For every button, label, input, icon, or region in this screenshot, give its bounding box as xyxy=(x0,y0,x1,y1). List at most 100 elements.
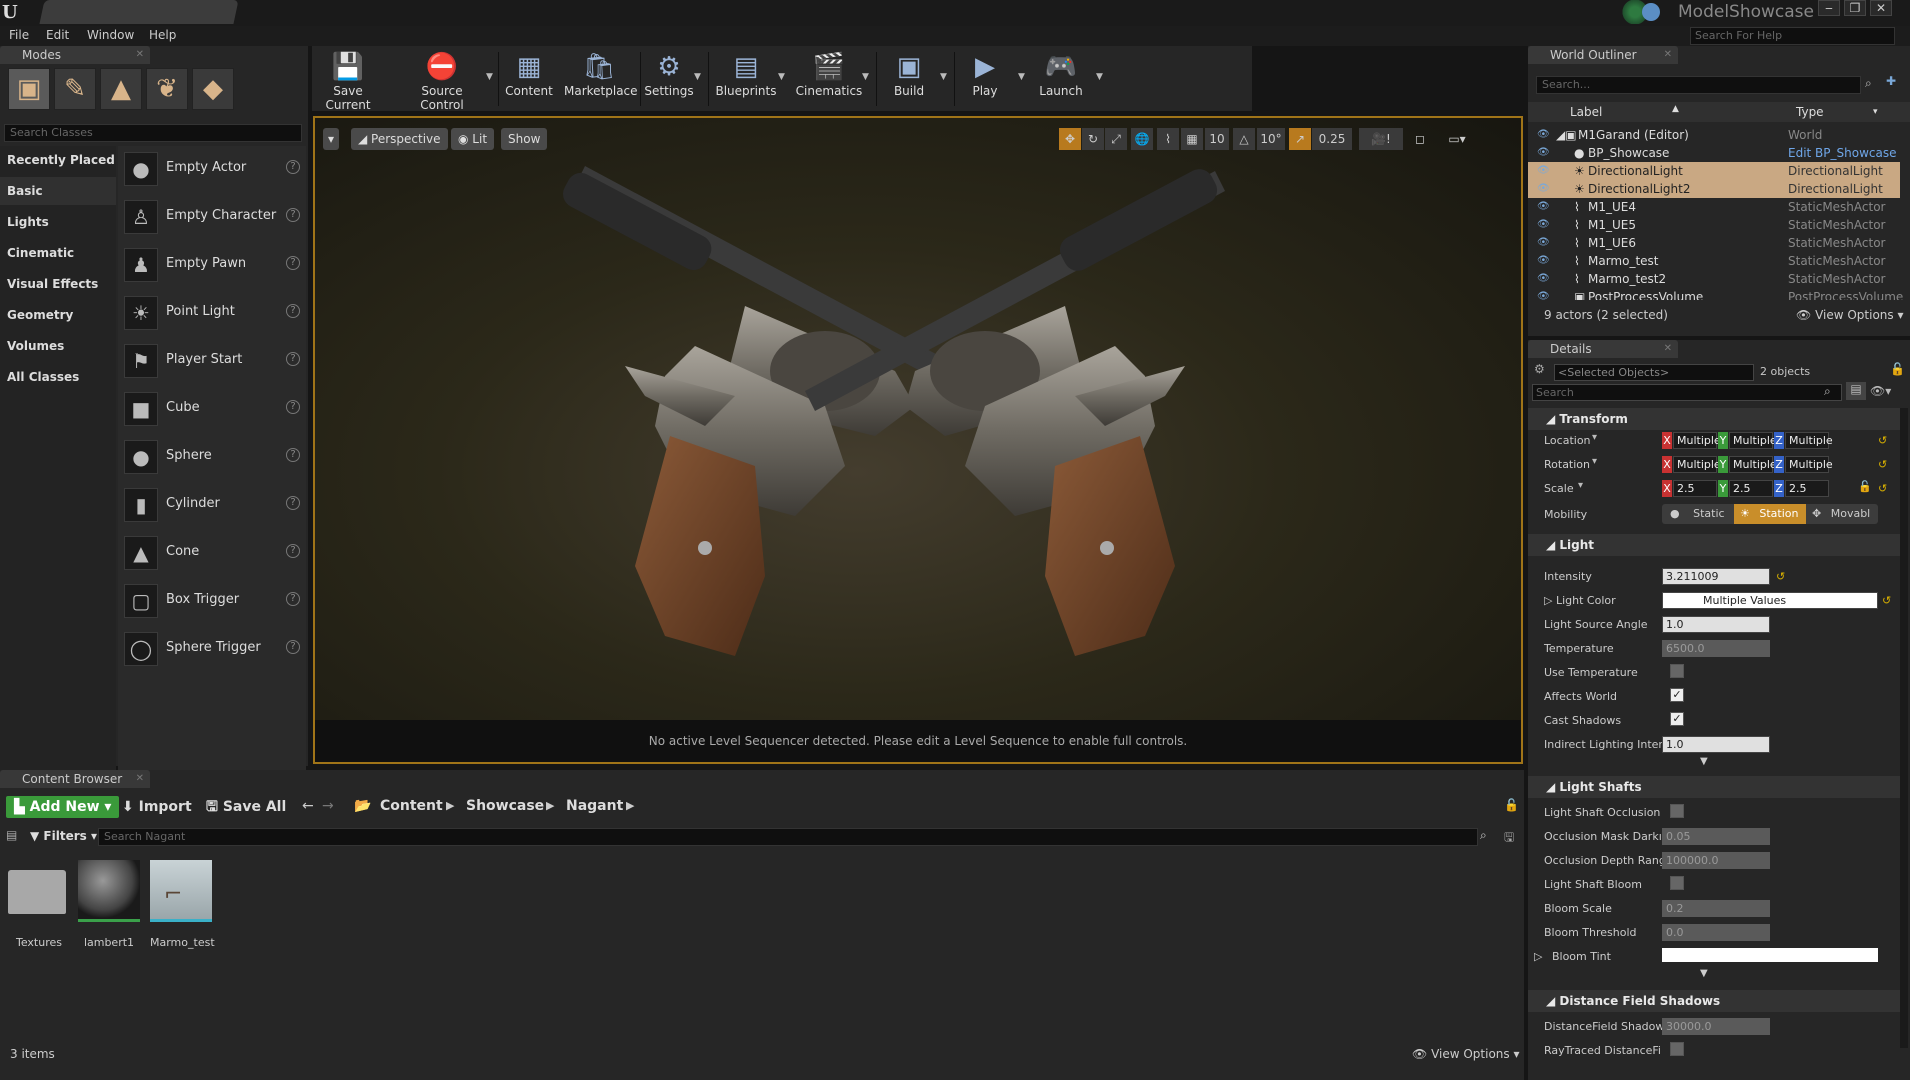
help-search-input[interactable]: Search For Help xyxy=(1690,27,1895,45)
outliner-row[interactable]: 👁 ⌇ Marmo_test2 StaticMeshActor xyxy=(1528,270,1900,288)
selected-objects-field[interactable]: <Selected Objects> xyxy=(1554,364,1754,381)
sources-panel-icon[interactable]: ▤ xyxy=(6,828,17,842)
mobility-static-button[interactable]: ● Static xyxy=(1662,504,1734,524)
affects-world-checkbox[interactable]: ✓ xyxy=(1670,688,1684,702)
close-icon[interactable]: ✕ xyxy=(1664,340,1672,358)
marketplace-button[interactable]: 🛍 Marketplace xyxy=(564,50,638,98)
expand-advanced-icon[interactable]: ▼ xyxy=(1700,756,1708,767)
reset-icon[interactable]: ↺ xyxy=(1882,594,1891,607)
lock-icon[interactable]: 🔓 xyxy=(1890,362,1905,376)
category-all-classes[interactable]: All Classes xyxy=(0,363,116,391)
outliner-row[interactable]: 👁 ◢▣ M1Garand (Editor) World xyxy=(1528,126,1900,144)
chevron-down-icon[interactable]: ▾ xyxy=(1578,480,1583,491)
help-icon[interactable]: ? xyxy=(286,400,300,414)
class-item-empty-character[interactable]: ♙ Empty Character? xyxy=(118,194,306,238)
maximize-button[interactable]: ❐ xyxy=(1844,0,1866,16)
close-window-button[interactable]: ✕ xyxy=(1870,0,1892,16)
outliner-row[interactable]: 👁 ⌇ M1_UE5 StaticMeshActor xyxy=(1528,216,1900,234)
chevron-down-icon[interactable]: ▼ xyxy=(862,72,869,82)
help-icon[interactable]: ? xyxy=(286,544,300,558)
class-item-box-trigger[interactable]: ▢ Box Trigger? xyxy=(118,578,306,622)
content-browser-tab[interactable]: Content Browser ✕ xyxy=(0,770,150,788)
outliner-row[interactable]: 👁 ● BP_Showcase Edit BP_Showcase xyxy=(1528,144,1900,162)
asset-marmo-test[interactable]: ⌐ Marmo_test xyxy=(150,860,215,949)
unreal-logo-icon[interactable]: U xyxy=(2,2,24,24)
property-matrix-icon[interactable]: ▤ xyxy=(1846,382,1866,400)
filters-button[interactable]: ▼ Filters ▾ xyxy=(30,829,97,843)
eye-icon[interactable]: 👁 xyxy=(1537,234,1550,252)
edit-blueprint-link[interactable]: Edit BP_Showcase xyxy=(1788,144,1897,162)
save-search-icon[interactable]: 🖫 xyxy=(1504,828,1514,849)
reset-icon[interactable]: ↺ xyxy=(1776,570,1785,583)
viewport-layout-icon[interactable]: ▭▾ xyxy=(1435,128,1479,150)
search-classes-input[interactable]: Search Classes xyxy=(4,124,302,142)
save-all-button[interactable]: 🖫 Save All xyxy=(206,796,286,818)
back-arrow-icon[interactable]: ← xyxy=(302,798,314,814)
settings-button[interactable]: ⚙ Settings xyxy=(644,50,694,98)
content-view-options-button[interactable]: 👁 View Options ▾ xyxy=(1412,1040,1520,1068)
reset-icon[interactable]: ↺ xyxy=(1878,458,1887,471)
asset-lambert1[interactable]: lambert1 xyxy=(78,860,140,949)
help-icon[interactable]: ? xyxy=(286,352,300,366)
chevron-right-icon[interactable]: ▶ xyxy=(446,799,454,812)
chevron-down-icon[interactable]: ▾ xyxy=(1873,107,1878,117)
lock-icon[interactable]: 🔓 xyxy=(1858,480,1872,493)
column-label-header[interactable]: Label xyxy=(1570,105,1602,119)
foliage-mode-icon[interactable]: ❦ xyxy=(146,68,188,110)
eye-icon[interactable]: 👁 xyxy=(1537,288,1550,300)
asset-textures-folder[interactable]: Textures xyxy=(8,860,70,949)
eye-icon[interactable]: 👁 xyxy=(1537,216,1550,234)
eye-icon[interactable]: 👁 xyxy=(1537,162,1550,180)
help-icon[interactable]: ? xyxy=(286,256,300,270)
outliner-row[interactable]: 👁 ☀ DirectionalLight2 DirectionalLight xyxy=(1528,180,1900,198)
breadcrumb-nagant[interactable]: Nagant xyxy=(566,798,623,814)
raytraced-distance-checkbox[interactable] xyxy=(1670,1042,1684,1056)
chevron-down-icon[interactable]: ▼ xyxy=(1018,72,1025,82)
outliner-row[interactable]: 👁 ⌇ M1_UE4 StaticMeshActor xyxy=(1528,198,1900,216)
paint-mode-icon[interactable]: ✎ xyxy=(54,68,96,110)
temperature-field[interactable]: 6500.0 xyxy=(1662,640,1770,657)
column-type-header[interactable]: Type xyxy=(1796,105,1824,119)
reset-icon[interactable]: ↺ xyxy=(1878,482,1887,495)
rotation-x-field[interactable]: Multiple xyxy=(1673,456,1721,473)
notification-icon[interactable] xyxy=(1642,3,1660,21)
eye-icon[interactable]: 👁 xyxy=(1537,144,1550,162)
light-source-angle-field[interactable]: 1.0 xyxy=(1662,616,1770,633)
level-tab[interactable] xyxy=(39,0,239,24)
minimize-button[interactable]: ‒ xyxy=(1818,0,1840,16)
location-label[interactable]: Location xyxy=(1544,434,1591,447)
distance-field-shadows-section[interactable]: ◢ Distance Field Shadows xyxy=(1528,990,1900,1012)
menu-window[interactable]: Window xyxy=(87,28,134,42)
close-icon[interactable]: ✕ xyxy=(136,770,144,788)
chevron-down-icon[interactable]: ▼ xyxy=(486,72,493,82)
class-item-sphere[interactable]: ● Sphere? xyxy=(118,434,306,478)
close-icon[interactable]: ✕ xyxy=(1664,46,1672,64)
add-new-button[interactable]: ▙ Add New ▾ xyxy=(6,796,120,818)
rotation-z-field[interactable]: Multiple xyxy=(1785,456,1833,473)
folder-path-icon[interactable]: 📂 xyxy=(354,798,371,814)
location-z-field[interactable]: Multiple xyxy=(1785,432,1833,449)
category-lights[interactable]: Lights xyxy=(0,208,116,236)
view-options-button[interactable]: 👁 View Options ▾ xyxy=(1796,302,1904,328)
use-temperature-checkbox[interactable] xyxy=(1670,664,1684,678)
scale-x-field[interactable]: 2.5 xyxy=(1673,480,1717,497)
help-icon[interactable]: ? xyxy=(286,208,300,222)
lock-icon[interactable]: 🔓 xyxy=(1504,798,1519,812)
class-item-cube[interactable]: ■ Cube? xyxy=(118,386,306,430)
details-tab[interactable]: Details ✕ xyxy=(1528,340,1678,358)
class-item-cylinder[interactable]: ▮ Cylinder? xyxy=(118,482,306,526)
reset-icon[interactable]: ↺ xyxy=(1878,434,1887,447)
revolver-models[interactable] xyxy=(495,136,1315,676)
light-shafts-section[interactable]: ◢ Light Shafts xyxy=(1528,776,1900,798)
chevron-down-icon[interactable]: ▼ xyxy=(694,72,701,82)
place-mode-icon[interactable]: ▣ xyxy=(8,68,50,110)
forward-arrow-icon[interactable]: → xyxy=(322,798,334,814)
help-icon[interactable]: ? xyxy=(286,304,300,318)
chevron-down-icon[interactable]: ▼ xyxy=(1096,72,1103,82)
chevron-down-icon[interactable]: ▾ xyxy=(1592,456,1597,467)
play-button[interactable]: ▶ Play xyxy=(960,50,1010,98)
help-icon[interactable]: ? xyxy=(286,496,300,510)
category-cinematic[interactable]: Cinematic xyxy=(0,239,116,267)
cast-shadows-checkbox[interactable]: ✓ xyxy=(1670,712,1684,726)
maximize-viewport-icon[interactable]: ◻ xyxy=(1411,128,1429,150)
